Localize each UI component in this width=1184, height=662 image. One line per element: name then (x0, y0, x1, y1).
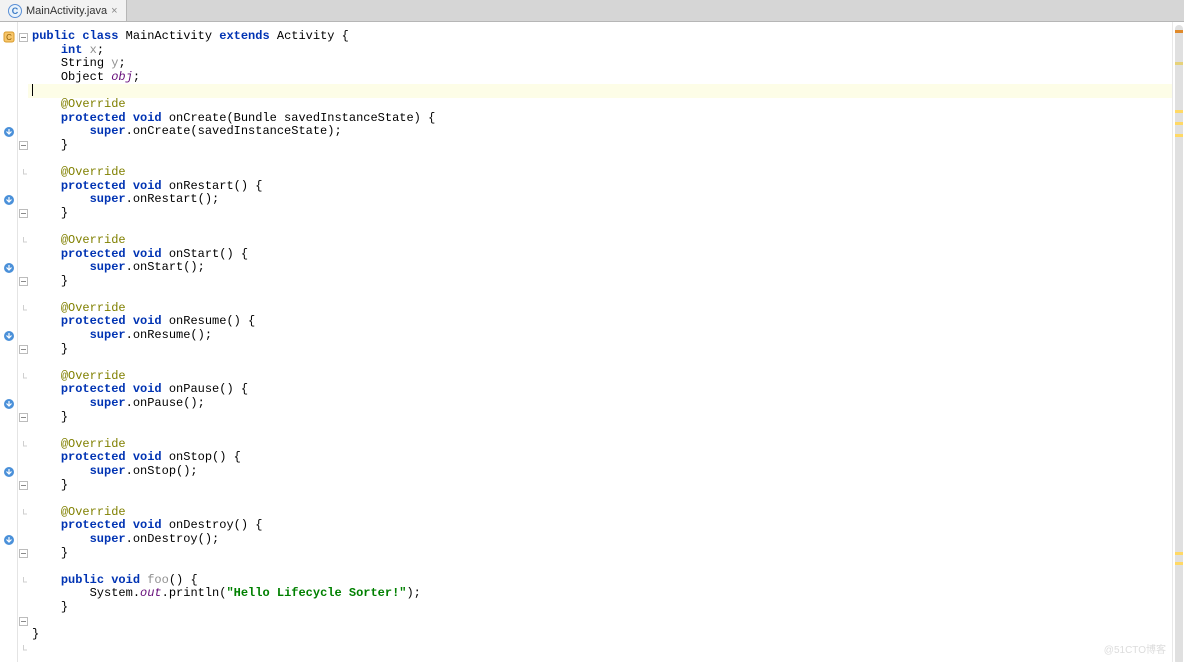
code-line[interactable] (28, 492, 1172, 506)
code-line[interactable]: @Override (28, 234, 1172, 248)
fold-end-icon (18, 642, 28, 656)
code-line[interactable] (28, 288, 1172, 302)
fold-toggle-icon[interactable] (18, 343, 28, 357)
error-stripe-marker[interactable] (1175, 30, 1183, 33)
code-line[interactable]: protected void onPause() { (28, 383, 1172, 397)
code-line[interactable]: protected void onDestroy() { (28, 519, 1172, 533)
code-line[interactable]: } (28, 343, 1172, 357)
override-gutter-icon[interactable] (0, 329, 18, 343)
gutter-folding[interactable] (18, 22, 28, 662)
error-stripe[interactable] (1172, 22, 1184, 662)
java-class-icon: C (8, 4, 22, 18)
fold-toggle-icon[interactable] (18, 30, 28, 44)
error-stripe-marker[interactable] (1175, 552, 1183, 555)
code-line[interactable]: } (28, 139, 1172, 153)
code-line[interactable] (28, 424, 1172, 438)
scrollbar-thumb[interactable] (1175, 25, 1183, 662)
fold-toggle-icon[interactable] (18, 547, 28, 561)
close-icon[interactable]: × (111, 5, 117, 17)
editor-body: C public class MainActivity extends Acti… (0, 22, 1184, 662)
error-stripe-marker[interactable] (1175, 562, 1183, 565)
code-line[interactable]: @Override (28, 98, 1172, 112)
error-stripe-marker[interactable] (1175, 122, 1183, 125)
override-gutter-icon[interactable] (0, 193, 18, 207)
code-line[interactable]: } (28, 275, 1172, 289)
code-line[interactable]: super.onResume(); (28, 329, 1172, 343)
code-line[interactable] (28, 356, 1172, 370)
code-line[interactable]: super.onStart(); (28, 261, 1172, 275)
fold-toggle-icon[interactable] (18, 275, 28, 289)
code-line[interactable] (28, 220, 1172, 234)
fold-toggle-icon[interactable] (18, 479, 28, 493)
code-line[interactable]: } (28, 207, 1172, 221)
code-line[interactable] (28, 84, 1172, 98)
fold-end-icon (18, 370, 28, 384)
fold-toggle-icon[interactable] (18, 411, 28, 425)
override-gutter-icon[interactable] (0, 125, 18, 139)
code-line[interactable]: @Override (28, 302, 1172, 316)
code-line[interactable]: } (28, 628, 1172, 642)
code-line[interactable]: super.onStop(); (28, 465, 1172, 479)
code-line[interactable]: } (28, 601, 1172, 615)
code-line[interactable]: System.out.println("Hello Lifecycle Sort… (28, 587, 1172, 601)
code-line[interactable]: } (28, 411, 1172, 425)
tab-label: MainActivity.java (26, 5, 107, 17)
override-gutter-icon[interactable] (0, 465, 18, 479)
override-gutter-icon[interactable] (0, 533, 18, 547)
code-line[interactable]: Object obj; (28, 71, 1172, 85)
code-line[interactable]: protected void onRestart() { (28, 180, 1172, 194)
code-line[interactable] (28, 152, 1172, 166)
code-line[interactable]: super.onRestart(); (28, 193, 1172, 207)
code-line[interactable] (28, 560, 1172, 574)
error-stripe-marker[interactable] (1175, 110, 1183, 113)
error-stripe-marker[interactable] (1175, 62, 1183, 65)
code-line[interactable]: int x; (28, 44, 1172, 58)
code-area[interactable]: public class MainActivity extends Activi… (28, 22, 1172, 662)
code-line[interactable]: } (28, 479, 1172, 493)
code-line[interactable]: protected void onStop() { (28, 451, 1172, 465)
override-gutter-icon[interactable] (0, 261, 18, 275)
code-line[interactable]: super.onDestroy(); (28, 533, 1172, 547)
svg-text:C: C (6, 33, 12, 42)
code-line[interactable]: public void foo() { (28, 574, 1172, 588)
code-line[interactable]: @Override (28, 166, 1172, 180)
fold-toggle-icon[interactable] (18, 615, 28, 629)
gutter-icons[interactable]: C (0, 22, 18, 662)
fold-end-icon (18, 234, 28, 248)
code-line[interactable]: protected void onResume() { (28, 315, 1172, 329)
fold-end-icon (18, 438, 28, 452)
fold-end-icon (18, 574, 28, 588)
code-line[interactable]: protected void onStart() { (28, 248, 1172, 262)
code-line[interactable]: super.onCreate(savedInstanceState); (28, 125, 1172, 139)
fold-toggle-icon[interactable] (18, 207, 28, 221)
code-line[interactable]: protected void onCreate(Bundle savedInst… (28, 112, 1172, 126)
fold-toggle-icon[interactable] (18, 139, 28, 153)
tab-bar: C MainActivity.java × (0, 0, 1184, 22)
code-line[interactable]: super.onPause(); (28, 397, 1172, 411)
code-line[interactable] (28, 615, 1172, 629)
file-tab[interactable]: C MainActivity.java × (0, 0, 127, 21)
editor-root: C MainActivity.java × C public class Mai… (0, 0, 1184, 662)
code-line[interactable]: public class MainActivity extends Activi… (28, 30, 1172, 44)
fold-end-icon (18, 506, 28, 520)
code-line[interactable]: @Override (28, 506, 1172, 520)
fold-end-icon (18, 302, 28, 316)
class-gutter-icon[interactable]: C (0, 30, 18, 44)
watermark: @51CTO博客 (1104, 641, 1166, 656)
error-stripe-marker[interactable] (1175, 134, 1183, 137)
fold-end-icon (18, 166, 28, 180)
code-line[interactable]: String y; (28, 57, 1172, 71)
override-gutter-icon[interactable] (0, 397, 18, 411)
code-line[interactable]: @Override (28, 438, 1172, 452)
code-line[interactable]: } (28, 547, 1172, 561)
code-line[interactable]: @Override (28, 370, 1172, 384)
